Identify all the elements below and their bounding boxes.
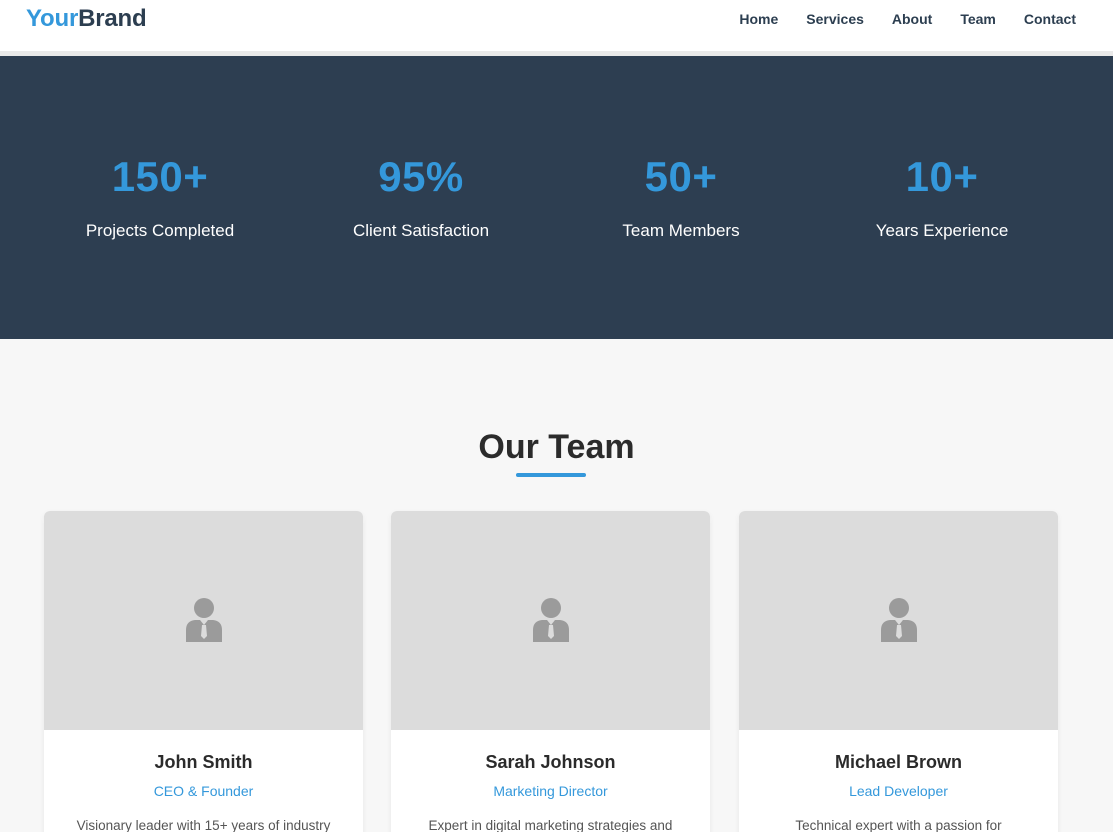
team-member-photo — [44, 511, 363, 730]
nav-about[interactable]: About — [892, 11, 932, 27]
title-underline — [516, 473, 586, 477]
stat-projects: 150+ Projects Completed — [30, 156, 290, 241]
nav-team[interactable]: Team — [960, 11, 996, 27]
brand-logo-part2: Brand — [78, 5, 147, 32]
stat-value: 95% — [378, 153, 464, 200]
stat-label: Projects Completed — [85, 221, 235, 240]
nav-services[interactable]: Services — [806, 11, 864, 27]
brand-logo[interactable]: YourBrand — [26, 5, 147, 33]
team-member-bio: Visionary leader with 15+ years of indus… — [76, 818, 331, 832]
stat-team-members: 50+ Team Members — [551, 156, 811, 241]
stat-years: 10+ Years Experience — [812, 156, 1072, 241]
stats-section: 150+ Projects Completed 95% Client Satis… — [0, 56, 1113, 339]
user-avatar-icon — [881, 598, 917, 642]
team-section-title: Our Team — [478, 428, 635, 466]
team-member-photo — [391, 511, 710, 730]
team-member-name: Sarah Johnson — [485, 752, 616, 772]
team-member-role: Lead Developer — [849, 783, 948, 799]
nav-home[interactable]: Home — [739, 11, 778, 27]
team-card-sarah-johnson[interactable]: Sarah Johnson Marketing Director Expert … — [391, 511, 710, 832]
team-member-bio: Technical expert with a passion for — [795, 818, 1002, 832]
team-member-photo — [739, 511, 1058, 730]
team-member-role: Marketing Director — [493, 783, 608, 799]
nav-contact[interactable]: Contact — [1024, 11, 1076, 27]
team-card-michael-brown[interactable]: Michael Brown Lead Developer Technical e… — [739, 511, 1058, 832]
stat-label: Team Members — [622, 221, 740, 240]
team-member-bio: Expert in digital marketing strategies a… — [428, 818, 673, 832]
stat-label: Years Experience — [875, 221, 1009, 240]
site-header: YourBrand Home Services About Team Conta… — [0, 0, 1113, 56]
stat-value: 50+ — [644, 153, 718, 200]
stat-satisfaction: 95% Client Satisfaction — [291, 156, 551, 241]
main-nav: Home Services About Team Contact — [711, 11, 1076, 27]
stat-value: 150+ — [111, 153, 209, 200]
brand-logo-part1: Your — [26, 5, 79, 32]
stat-value: 10+ — [905, 153, 979, 200]
user-avatar-icon — [533, 598, 569, 642]
team-member-name: John Smith — [154, 752, 253, 772]
team-card-john-smith[interactable]: John Smith CEO & Founder Visionary leade… — [44, 511, 363, 832]
team-member-name: Michael Brown — [834, 752, 963, 772]
user-avatar-icon — [186, 598, 222, 642]
team-member-role: CEO & Founder — [153, 783, 254, 799]
stat-label: Client Satisfaction — [352, 221, 490, 240]
